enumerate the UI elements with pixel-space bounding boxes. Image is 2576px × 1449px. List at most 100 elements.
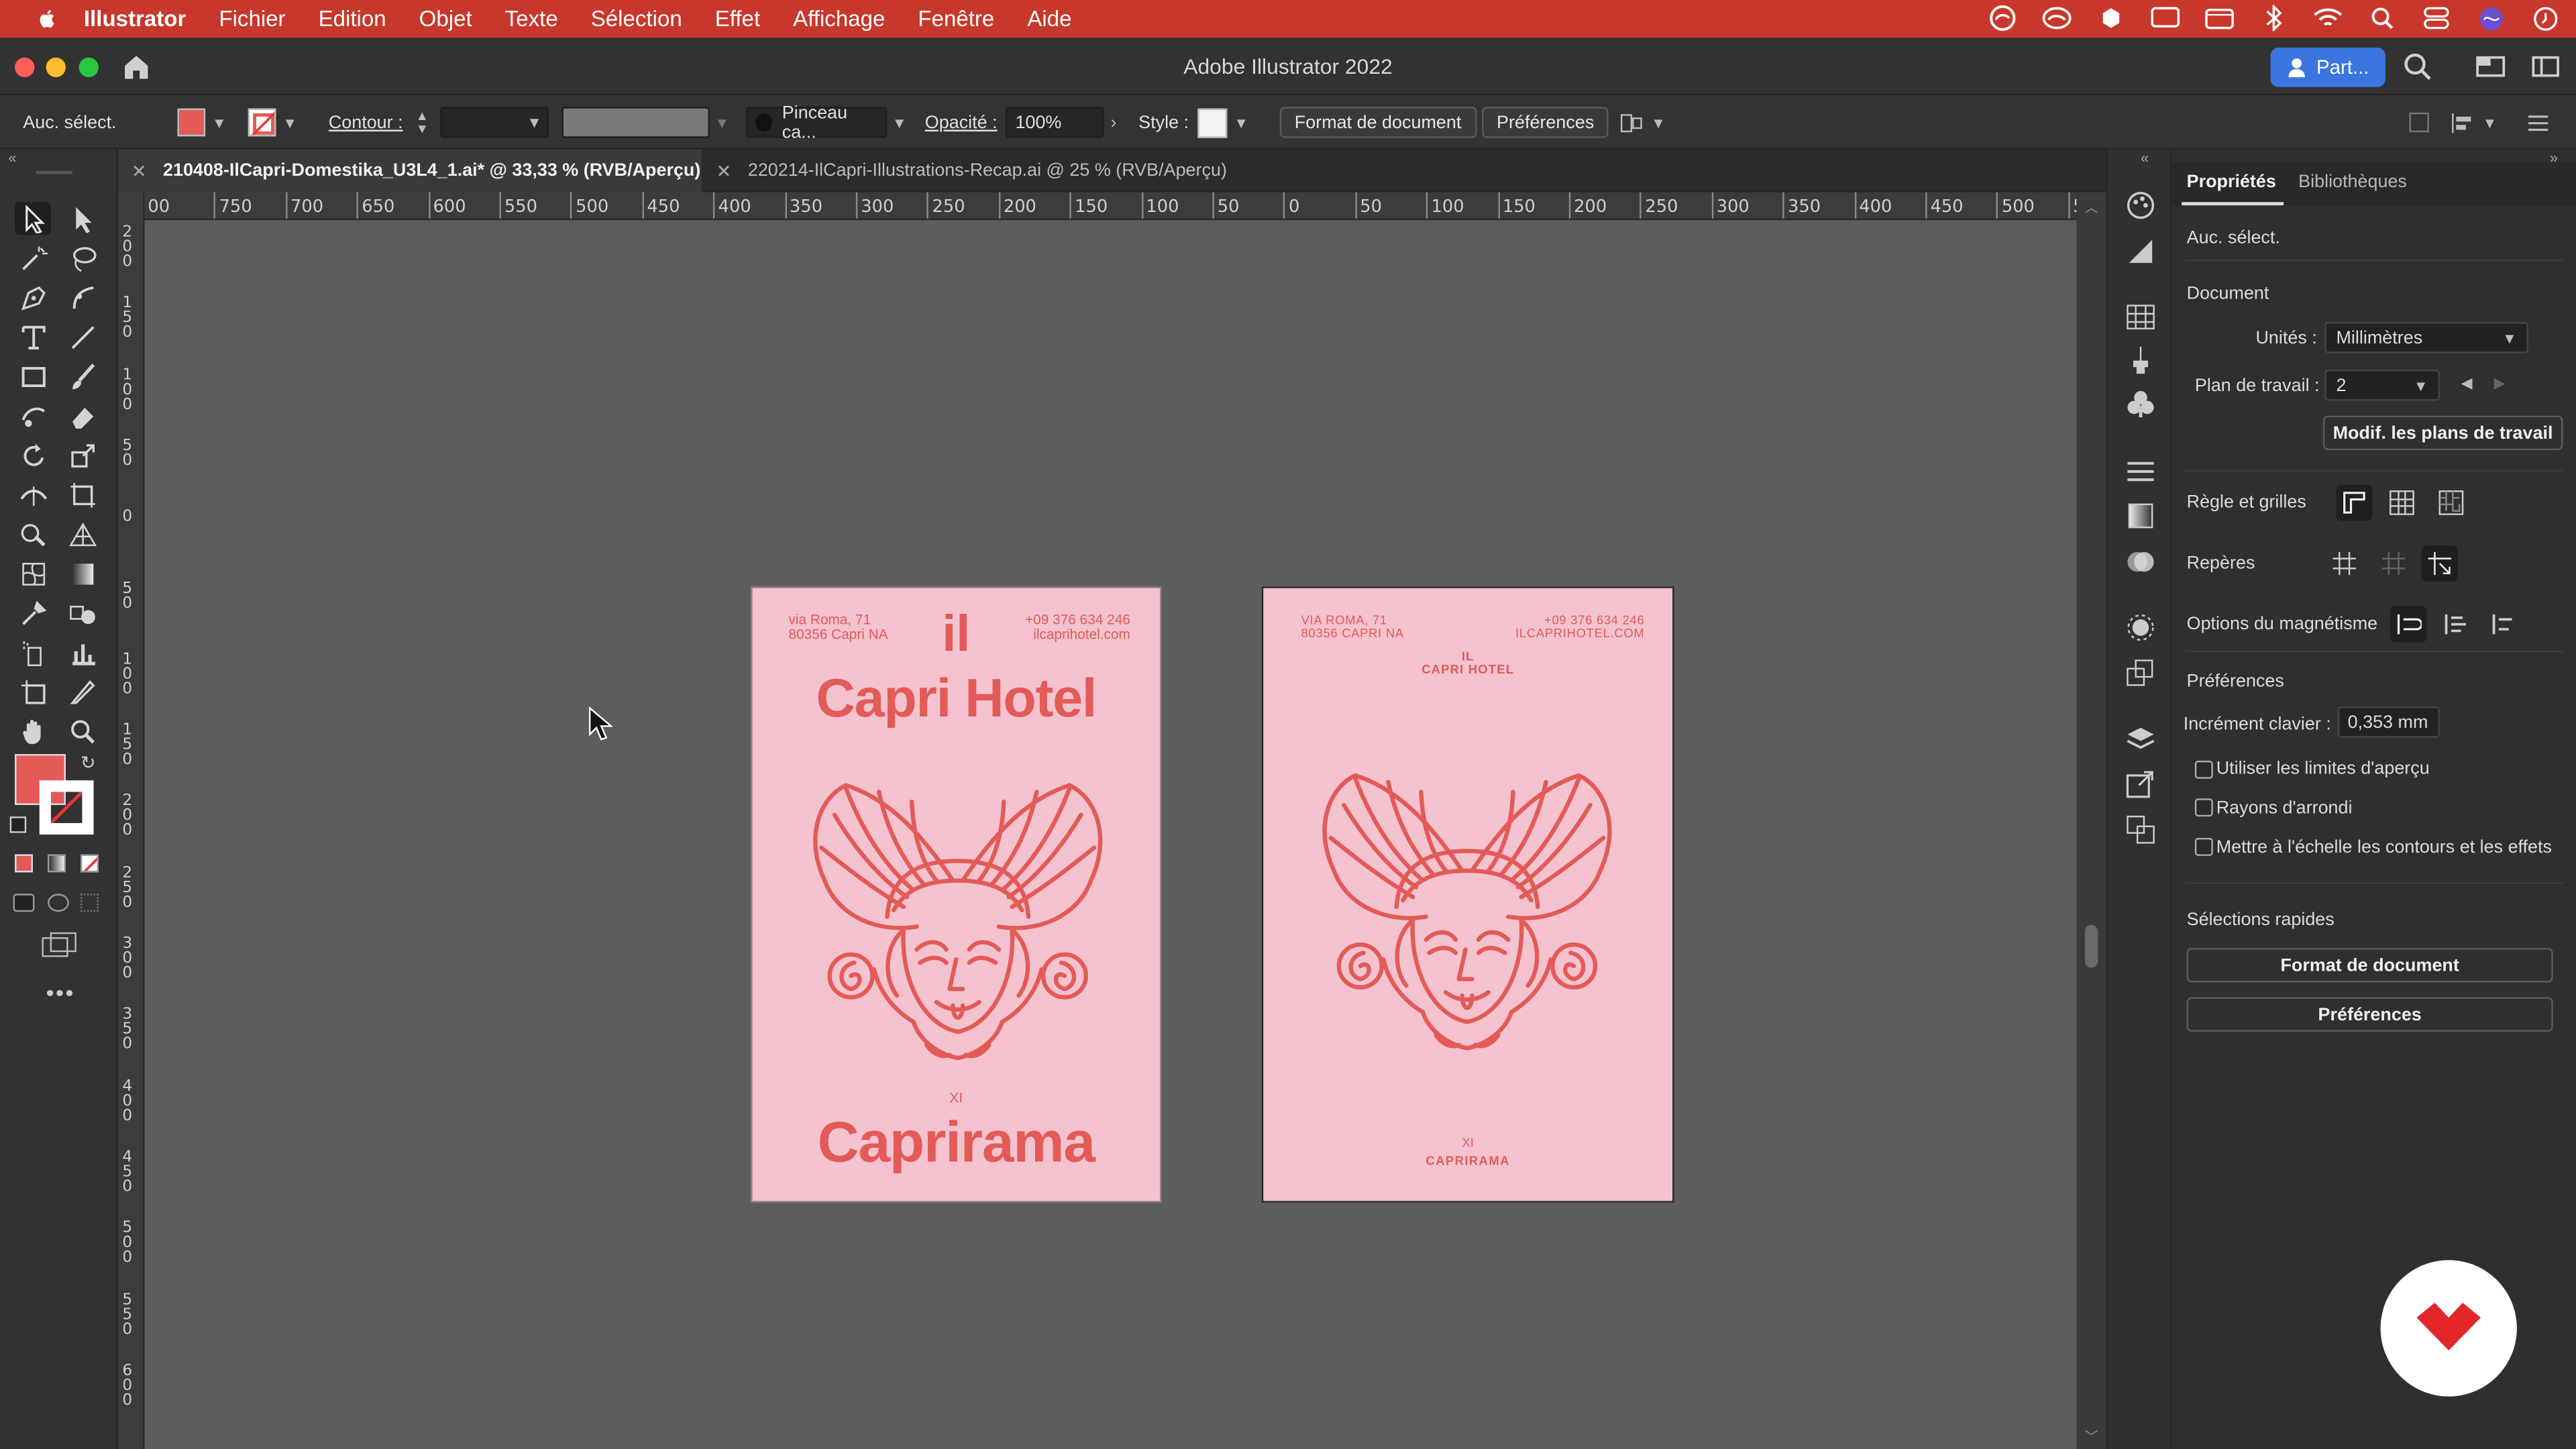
variable-width-profile[interactable] [561,107,710,138]
brush-definition-field[interactable]: Pinceau ca... [745,103,888,142]
swap-fill-stroke-icon[interactable]: ↻ [80,753,96,773]
width-tool-icon[interactable] [15,478,51,511]
horizontal-ruler[interactable]: 00 750 700 650 600 550 500 450 400 350 300 250 200 15… [144,192,2077,221]
menu-list-icon[interactable] [2527,95,2550,150]
symbols-icon[interactable] [2125,389,2157,419]
display-icon[interactable] [2151,5,2180,31]
scale-strokes-label[interactable]: Mettre à l'échelle les contours et les e… [2216,838,2552,857]
line-segment-tool-icon[interactable] [64,321,101,354]
lasso-tool-icon[interactable] [64,241,101,274]
transparency-grid-icon[interactable] [2433,484,2469,521]
scroll-up-icon[interactable]: ︿ [2085,199,2098,217]
round-corners-label[interactable]: Rayons d'arrondi [2216,798,2353,818]
round-corners-checkbox[interactable] [2194,798,2213,817]
snap-to-point-icon[interactable] [2390,606,2427,643]
opacity-label[interactable]: Opacité : [925,95,998,150]
tab-libraries[interactable]: Bibliothèques [2298,172,2407,192]
menu-effet[interactable]: Effet [715,7,760,32]
menu-fenetre[interactable]: Fenêtre [918,7,994,32]
artboard-1[interactable]: via Roma, 71 80356 Capri NA +09 376 634 … [752,588,1160,1201]
menu-app[interactable]: Illustrator [84,7,186,32]
scroll-down-icon[interactable]: ﹀ [2085,1428,2098,1446]
rectangle-tool-icon[interactable] [15,360,51,392]
next-artboard-icon[interactable]: ▶ [2494,374,2506,392]
style-swatch[interactable] [1197,107,1228,138]
align-options-icon[interactable]: ▼ [1618,95,1666,150]
fill-swatch-control[interactable]: ▼ [177,95,227,150]
share-button[interactable]: Part... [2270,48,2385,87]
smart-guides-icon[interactable] [2421,545,2458,582]
apple-menu-icon[interactable] [34,6,60,32]
eyedropper-tool-icon[interactable] [15,596,51,629]
shape-builder-tool-icon[interactable] [15,517,51,550]
menu-objet[interactable]: Objet [419,7,472,32]
workspace-icon[interactable] [2476,56,2506,82]
artboards-panel-icon[interactable] [2125,815,2157,845]
stroke-panel-icon[interactable] [2125,457,2157,486]
tab-properties[interactable]: Propriétés [2187,172,2276,192]
vertical-ruler[interactable]: 200 150 100 50 0 50 100 150 200 250 300 350 400 450 50… [118,192,145,1449]
preferences-button[interactable]: Préférences [1481,107,1609,138]
direct-selection-tool-icon[interactable] [64,202,101,235]
stroke-color-swatch[interactable] [39,780,94,835]
collapse-panel-icon[interactable]: « [8,150,16,166]
brushes-icon[interactable] [2125,345,2157,374]
more-tools-icon[interactable]: ••• [46,979,75,1006]
preview-bounds-checkbox[interactable] [2194,760,2213,779]
quick-preferences-button[interactable]: Préférences [2186,997,2553,1032]
mesh-tool-icon[interactable] [15,557,51,590]
color-panel-icon[interactable] [2125,191,2157,220]
drag-handle[interactable] [36,170,72,174]
color-mode-icon[interactable] [15,854,33,873]
draw-inside-icon[interactable] [80,894,99,912]
menu-selection[interactable]: Sélection [591,7,682,32]
gradient-panel-icon[interactable] [2125,501,2157,531]
extension-icon[interactable] [2096,5,2126,31]
symbol-sprayer-tool-icon[interactable] [15,636,51,669]
panel-toggle-icon[interactable] [2532,56,2560,82]
units-select[interactable]: Millimètres ▼ [2324,322,2529,354]
gradient-tool-icon[interactable] [64,557,101,590]
stroke-weight-stepper[interactable]: ▲ ▼ [416,95,429,150]
canvas[interactable]: via Roma, 71 80356 Capri NA +09 376 634 … [144,220,2077,1449]
pen-tool-icon[interactable] [15,281,51,314]
close-tab-icon[interactable]: ✕ [131,160,147,181]
menu-edition[interactable]: Edition [319,7,386,32]
chevron-down-icon[interactable]: ▼ [1234,114,1248,130]
default-fill-stroke-icon[interactable] [9,816,27,833]
snap-to-pixel-icon[interactable] [2438,606,2474,643]
artboard-tool-icon[interactable] [15,676,51,708]
document-setup-button[interactable]: Format de document [1279,107,1477,138]
lock-guides-icon[interactable] [2375,545,2412,582]
chevron-down-icon[interactable]: ▼ [212,114,227,130]
ruler-toggle-icon[interactable] [2336,484,2373,521]
tab-document-1[interactable]: ✕ 210408-IlCapri-Domestika_U3L4_1.ai* @ … [118,149,702,193]
fill-swatch[interactable] [177,108,206,137]
rotate-tool-icon[interactable] [15,439,51,472]
color-guide-icon[interactable] [2125,237,2157,266]
hand-tool-icon[interactable] [15,714,51,747]
selection-tool-icon[interactable] [15,202,51,235]
edit-artboards-button[interactable]: Modif. les plans de travail [2322,415,2563,451]
collapse-panel-icon[interactable]: « [2141,150,2149,166]
previous-artboard-icon[interactable]: ◀ [2461,374,2473,392]
chevron-right-icon[interactable]: › [1111,95,1117,150]
magic-wand-tool-icon[interactable] [15,241,51,274]
snap-to-glyph-icon[interactable] [2485,606,2522,643]
artboard-2[interactable]: VIA ROMA, 71 80356 CAPRI NA +09 376 634 … [1263,588,1673,1201]
keyboard-increment-field[interactable]: 0,353 mm [2337,706,2440,738]
eraser-tool-icon[interactable] [64,399,101,432]
search-icon[interactable] [2404,52,2432,85]
tab-document-2[interactable]: ✕ 220214-IlCapri-Illustrations-Recap.ai … [703,150,1262,193]
transform-icon[interactable] [2408,95,2430,150]
paintbrush-tool-icon[interactable] [64,360,101,392]
stroke-label[interactable]: Contour : [329,95,403,150]
scale-tool-icon[interactable] [64,439,101,472]
curvature-tool-icon[interactable] [64,281,101,314]
chevron-down-icon[interactable]: ▼ [714,95,729,150]
export-icon[interactable] [2125,769,2157,798]
stroke-swatch-control[interactable]: ▼ [248,95,297,150]
cc-sync-icon[interactable] [2042,5,2072,31]
clock-icon[interactable] [2530,5,2559,31]
chevron-down-icon[interactable]: ▼ [282,114,297,130]
